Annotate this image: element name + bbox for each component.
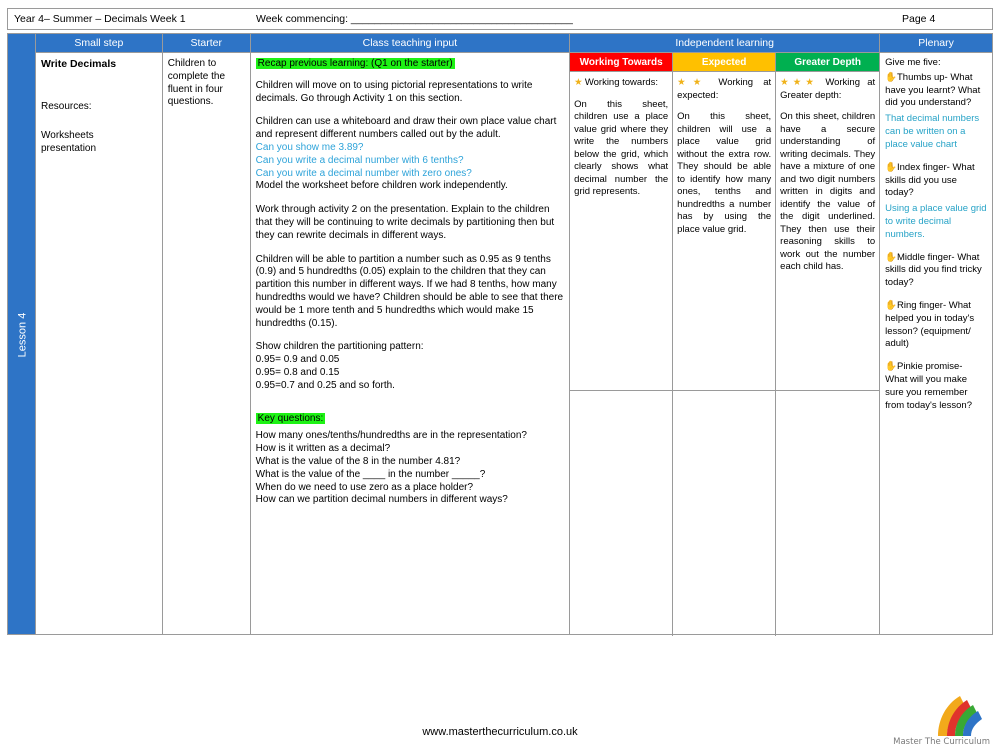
- class-teaching-body: Recap previous learning: (Q1 on the star…: [251, 53, 570, 507]
- column-header-starter: Starter: [162, 34, 250, 53]
- class-teaching-p3: Model the worksheet before children work…: [255, 180, 508, 192]
- group-label-expected: Expected: [673, 53, 776, 72]
- hand-icon: ✋: [885, 161, 897, 173]
- group-text-greater-depth: On this sheet, children have a secure un…: [780, 111, 876, 273]
- class-teaching-question-2: Can you write a decimal number with 6 te…: [255, 154, 464, 166]
- plenary-ring: Ring finger- What helped you in today's …: [885, 300, 975, 350]
- group-text-expected: On this sheet, children will use a place…: [677, 111, 772, 235]
- hand-icon: ✋: [885, 251, 897, 263]
- plenary-index-answer: Using a place value grid to write decima…: [885, 203, 987, 240]
- independent-group-expected: Expected ★★ Working at expected: On this…: [673, 53, 777, 636]
- class-teaching-p4: Work through activity 2 on the presentat…: [255, 204, 555, 241]
- column-header-small-step: Small step: [36, 34, 162, 53]
- footer-url: www.masterthecurriculum.co.uk: [422, 726, 578, 738]
- key-question-2: How is it written as a decimal?: [255, 443, 391, 455]
- key-question-4: What is the value of the ____ in the num…: [255, 468, 486, 480]
- class-teaching-p5: Children will be able to partition a num…: [255, 253, 564, 329]
- star-icon: ★★: [677, 77, 709, 88]
- small-step-title: Write Decimals: [41, 58, 117, 70]
- header-title: Year 4– Summer – Decimals Week 1: [14, 13, 186, 25]
- column-header-independent: Independent learning: [570, 34, 880, 53]
- class-teaching-p2: Children can use a whiteboard and draw t…: [255, 116, 557, 141]
- resources-list: Worksheets presentation: [41, 130, 97, 155]
- plenary-thumbs: Thumbs up- What have you learnt? What di…: [885, 71, 981, 109]
- plenary-pinkie: Pinkie promise- What will you make sure …: [885, 361, 972, 411]
- group-heading-working-towards: Working towards:: [584, 77, 659, 88]
- key-question-1: How many ones/tenths/hundredths are in t…: [255, 430, 527, 442]
- class-teaching-question-3: Can you write a decimal number with zero…: [255, 167, 472, 179]
- plenary-index: Index finger- What skills did you use to…: [885, 161, 975, 199]
- group-text-working-towards: On this sheet, children use a place valu…: [574, 98, 669, 198]
- column-class-teaching: Class teaching input Recap previous lear…: [250, 34, 571, 634]
- star-icon: ★: [574, 77, 583, 88]
- independent-group-greater-depth: Greater Depth ★★★ Working at Greater dep…: [776, 53, 880, 636]
- lesson-label-text: Lesson 4: [16, 312, 28, 358]
- group-body-working-towards: ★ Working towards: On this sheet, childr…: [570, 72, 672, 215]
- column-plenary: Plenary Give me five: ✋Thumbs up- What h…: [880, 34, 992, 634]
- plenary-middle: Middle finger- What skills did you find …: [885, 251, 982, 289]
- key-question-5: When do we need to use zero as a place h…: [255, 481, 474, 493]
- resources-label: Resources:: [41, 101, 92, 113]
- pattern-line-2: 0.95= 0.8 and 0.15: [255, 366, 340, 378]
- key-question-6: How can we partition decimal numbers in …: [255, 494, 508, 506]
- group-label-working-towards: Working Towards: [570, 53, 673, 72]
- column-header-class-teaching: Class teaching input: [250, 34, 570, 53]
- pattern-intro: Show children the partitioning pattern:: [255, 341, 424, 353]
- plenary-thumbs-answer: That decimal numbers can be written on a…: [885, 113, 980, 150]
- star-icon: ★★★: [780, 77, 819, 88]
- independent-group-working-towards: Working Towards ★ Working towards: On th…: [570, 53, 674, 636]
- class-teaching-p1: Children will move on to using pictorial…: [255, 79, 533, 104]
- header-page-number: Page 4: [902, 13, 936, 25]
- group-body-expected: ★★ Working at expected: On this sheet, c…: [673, 72, 775, 252]
- small-step-body: Write Decimals Resources: Worksheets pre…: [36, 53, 162, 156]
- recap-heading: Recap previous learning: (Q1 on the star…: [255, 58, 455, 69]
- column-starter: Starter Children to complete the fluent …: [162, 34, 251, 634]
- hand-icon: ✋: [885, 361, 897, 373]
- brand-logo-text: Master The Curriculum: [893, 737, 990, 747]
- starter-body: Children to complete the fluent in four …: [163, 53, 250, 109]
- lesson-plan-table: Lesson 4 Small step Write Decimals Resou…: [7, 33, 993, 636]
- lesson-label: Lesson 4: [8, 34, 36, 636]
- pattern-line-3: 0.95=0.7 and 0.25 and so forth.: [255, 379, 395, 391]
- group-label-greater-depth: Greater Depth: [776, 53, 880, 72]
- plenary-body: Give me five: ✋Thumbs up- What have you …: [880, 53, 992, 427]
- starter-text: Children to complete the fluent in four …: [167, 58, 226, 108]
- key-question-3: What is the value of the 8 in the number…: [255, 455, 461, 467]
- worksheet-page: Year 4– Summer – Decimals Week 1 Week co…: [0, 0, 1000, 750]
- class-teaching-question-1: Can you show me 3.89?: [255, 141, 364, 153]
- pattern-line-1: 0.95= 0.9 and 0.05: [255, 354, 340, 366]
- plenary-intro: Give me five:: [885, 57, 941, 68]
- page-header: Year 4– Summer – Decimals Week 1 Week co…: [7, 8, 993, 30]
- column-small-step: Small step Write Decimals Resources: Wor…: [36, 34, 163, 634]
- independent-groups: Working Towards ★ Working towards: On th…: [570, 53, 880, 636]
- column-header-plenary: Plenary: [880, 34, 992, 53]
- hand-icon: ✋: [885, 71, 897, 83]
- key-questions-heading: Key questions:: [255, 412, 326, 424]
- group-body-greater-depth: ★★★ Working at Greater depth: On this sh…: [776, 72, 879, 290]
- header-week-commencing: Week commencing: _______________________…: [256, 13, 573, 25]
- column-independent-learning: Independent learning Working Towards ★ W…: [570, 34, 881, 636]
- hand-icon: ✋: [885, 300, 897, 311]
